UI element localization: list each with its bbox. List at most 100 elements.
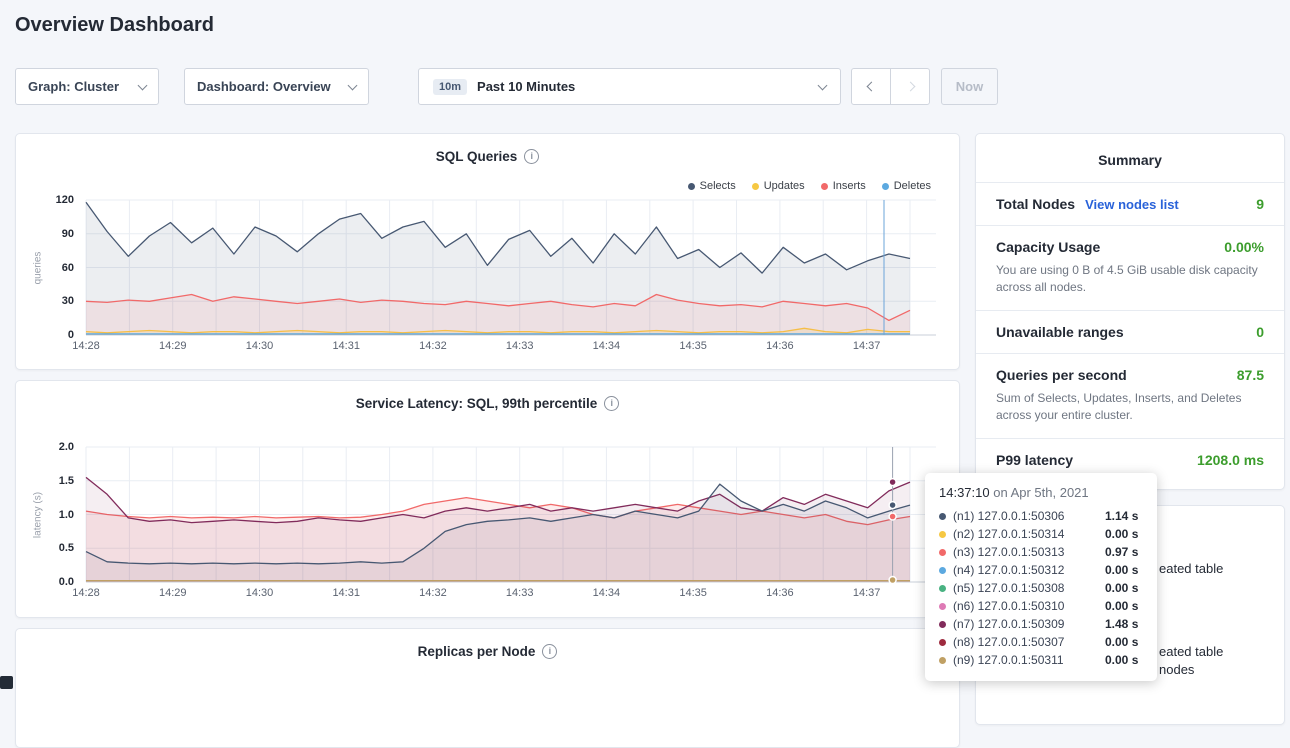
p99-latency-value: 1208.0 ms — [1197, 452, 1264, 468]
node-color-dot — [939, 513, 946, 520]
x-tick-label: 14:33 — [495, 587, 545, 599]
node-address: (n7) 127.0.0.1:50309 — [953, 617, 1105, 631]
service-latency-chart-card: Service Latency: SQL, 99th percentilei 0… — [15, 380, 960, 618]
node-color-dot — [939, 585, 946, 592]
y-tick-label: 60 — [16, 262, 74, 274]
node-latency-value: 0.00 s — [1105, 653, 1138, 667]
chart-header: Replicas per Nodei — [16, 643, 959, 661]
event-item-text: nodes — [1159, 662, 1194, 677]
total-nodes-value: 9 — [1256, 196, 1264, 212]
node-latency-value: 1.14 s — [1105, 509, 1138, 523]
x-tick-label: 14:37 — [842, 587, 892, 599]
capacity-usage-value: 0.00% — [1224, 239, 1264, 255]
graph-dropdown[interactable]: Graph: Cluster — [15, 68, 159, 105]
y-tick-label: 1.5 — [16, 475, 74, 487]
line-chart-svg — [86, 447, 936, 582]
time-forward-button[interactable] — [890, 68, 930, 105]
y-tick-label: 0.5 — [16, 542, 74, 554]
node-latency-value: 1.48 s — [1105, 617, 1138, 631]
time-back-button[interactable] — [851, 68, 891, 105]
node-latency-value: 0.97 s — [1105, 545, 1138, 559]
x-tick-label: 14:30 — [234, 340, 284, 352]
x-tick-label: 14:34 — [581, 587, 631, 599]
x-tick-label: 14:34 — [581, 340, 631, 352]
x-tick-label: 14:28 — [61, 587, 111, 599]
summary-title: Summary — [976, 134, 1284, 182]
x-tick-label: 14:35 — [668, 587, 718, 599]
event-item-text: eated table — [1159, 644, 1223, 659]
dashboard-dropdown-label: Dashboard: Overview — [197, 79, 331, 94]
node-color-dot — [939, 603, 946, 610]
now-button[interactable]: Now — [941, 68, 998, 105]
unavailable-ranges-value: 0 — [1256, 324, 1264, 340]
node-color-dot — [939, 639, 946, 646]
y-axis-title: latency (s) — [33, 491, 44, 537]
chevron-left-icon — [866, 82, 876, 92]
x-tick-label: 14:29 — [148, 340, 198, 352]
sql-queries-plot[interactable]: 0306090120queries14:2814:2914:3014:3114:… — [16, 134, 959, 369]
y-tick-label: 1.0 — [16, 509, 74, 521]
sql-queries-chart-card: SQL Queriesi SelectsUpdatesInsertsDelete… — [15, 133, 960, 370]
tooltip-node-row: (n1) 127.0.0.1:503061.14 s — [939, 507, 1143, 525]
chat-widget-partial — [0, 676, 13, 689]
node-address: (n9) 127.0.0.1:50311 — [953, 653, 1105, 667]
node-address: (n4) 127.0.0.1:50312 — [953, 563, 1105, 577]
time-range-badge: 10m — [433, 79, 467, 95]
chevron-down-icon — [818, 80, 828, 90]
tooltip-date: on Apr 5th, 2021 — [993, 485, 1088, 500]
tooltip-time: 14:37:10 — [939, 485, 990, 500]
tooltip-node-row: (n5) 127.0.0.1:503080.00 s — [939, 579, 1143, 597]
x-tick-label: 14:32 — [408, 587, 458, 599]
x-tick-label: 14:36 — [755, 340, 805, 352]
tooltip-node-row: (n6) 127.0.0.1:503100.00 s — [939, 597, 1143, 615]
info-icon[interactable]: i — [542, 644, 557, 659]
x-tick-label: 14:31 — [321, 587, 371, 599]
node-latency-value: 0.00 s — [1105, 635, 1138, 649]
node-color-dot — [939, 549, 946, 556]
qps-value: 87.5 — [1237, 367, 1264, 383]
tooltip-node-row: (n8) 127.0.0.1:503070.00 s — [939, 633, 1143, 651]
x-tick-label: 14:37 — [842, 340, 892, 352]
tooltip-node-row: (n3) 127.0.0.1:503130.97 s — [939, 543, 1143, 561]
node-address: (n1) 127.0.0.1:50306 — [953, 509, 1105, 523]
summary-row-capacity: Capacity Usage 0.00% You are using 0 B o… — [976, 225, 1284, 310]
x-tick-label: 14:28 — [61, 340, 111, 352]
y-axis-title: queries — [33, 251, 44, 284]
time-range-dropdown[interactable]: 10m Past 10 Minutes — [418, 68, 841, 105]
dashboard-dropdown[interactable]: Dashboard: Overview — [184, 68, 369, 105]
graph-dropdown-label: Graph: Cluster — [28, 79, 119, 94]
service-latency-plot[interactable]: 0.00.51.01.52.0latency (s)14:2814:2914:3… — [16, 381, 959, 617]
chart-hover-tooltip: 14:37:10 on Apr 5th, 2021 (n1) 127.0.0.1… — [925, 473, 1157, 681]
chevron-down-icon — [348, 80, 358, 90]
node-color-dot — [939, 657, 946, 664]
chevron-right-icon — [905, 82, 915, 92]
x-tick-label: 14:33 — [495, 340, 545, 352]
node-latency-value: 0.00 s — [1105, 563, 1138, 577]
y-tick-label: 2.0 — [16, 441, 74, 453]
line-chart-svg — [86, 200, 936, 335]
node-latency-value: 0.00 s — [1105, 527, 1138, 541]
qps-description: Sum of Selects, Updates, Inserts, and De… — [996, 390, 1264, 425]
qps-label: Queries per second — [996, 367, 1127, 383]
x-tick-label: 14:35 — [668, 340, 718, 352]
crosshair-dot — [889, 577, 896, 584]
y-tick-label: 120 — [16, 194, 74, 206]
capacity-usage-description: You are using 0 B of 4.5 GiB usable disk… — [996, 262, 1264, 297]
node-latency-value: 0.00 s — [1105, 581, 1138, 595]
node-address: (n3) 127.0.0.1:50313 — [953, 545, 1105, 559]
x-tick-label: 14:32 — [408, 340, 458, 352]
overview-dashboard-page: Overview Dashboard Graph: Cluster Dashbo… — [0, 0, 1290, 689]
tooltip-timestamp: 14:37:10 on Apr 5th, 2021 — [939, 485, 1143, 500]
node-address: (n5) 127.0.0.1:50308 — [953, 581, 1105, 595]
tooltip-node-row: (n2) 127.0.0.1:503140.00 s — [939, 525, 1143, 543]
view-nodes-list-link[interactable]: View nodes list — [1085, 197, 1179, 212]
x-tick-label: 14:36 — [755, 587, 805, 599]
tooltip-node-row: (n4) 127.0.0.1:503120.00 s — [939, 561, 1143, 579]
node-address: (n8) 127.0.0.1:50307 — [953, 635, 1105, 649]
summary-row-qps: Queries per second 87.5 Sum of Selects, … — [976, 353, 1284, 438]
summary-row-unavailable-ranges: Unavailable ranges 0 — [976, 310, 1284, 353]
unavailable-ranges-label: Unavailable ranges — [996, 324, 1124, 340]
x-tick-label: 14:29 — [148, 587, 198, 599]
node-color-dot — [939, 621, 946, 628]
node-color-dot — [939, 531, 946, 538]
